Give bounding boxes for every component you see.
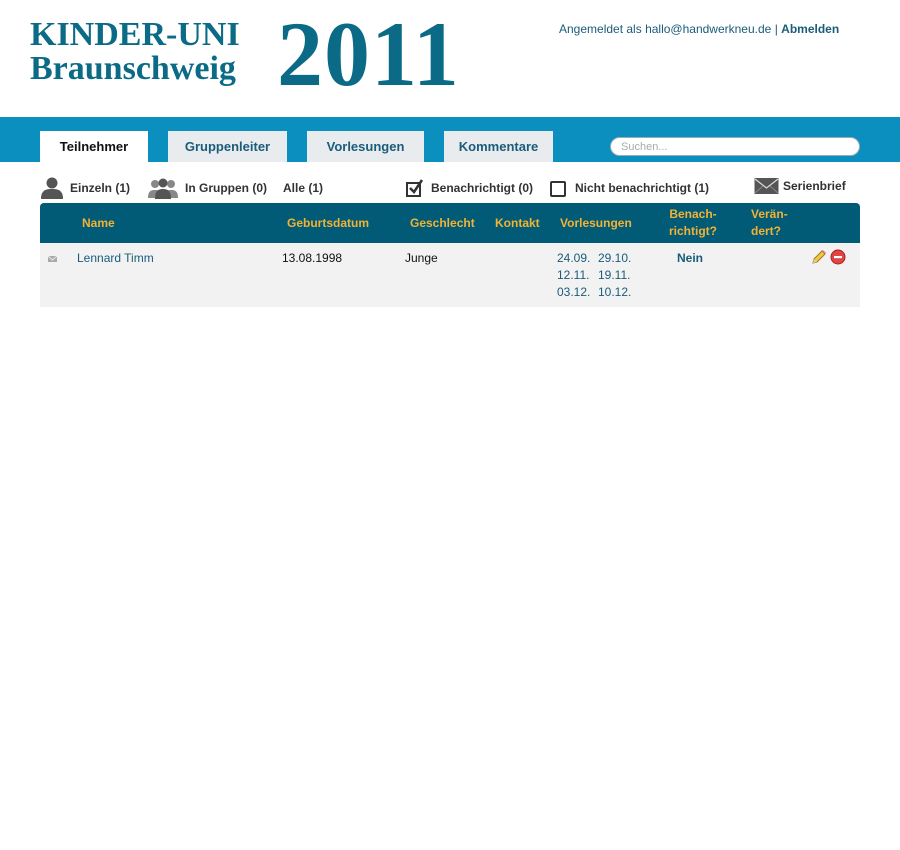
delete-icon[interactable] — [830, 249, 846, 265]
participants-table: Name Geburtsdatum Geschlecht Kontakt Vor… — [40, 203, 860, 307]
tab-gruppenleiter[interactable]: Gruppenleiter — [168, 131, 287, 162]
col-header-lectures[interactable]: Vorlesungen — [560, 215, 632, 232]
checkbox-empty-icon — [549, 178, 569, 198]
envelope-icon — [754, 177, 779, 195]
lecture-date: 24.09. — [557, 251, 591, 265]
filter-alle-label: Alle (1) — [283, 181, 324, 195]
tab-vorlesungen[interactable]: Vorlesungen — [307, 131, 424, 162]
group-icon — [147, 177, 179, 199]
participant-lectures: 24.09. 29.10. 12.11. 19.11. 03.12. 10.12. — [557, 250, 647, 301]
filter-gruppen[interactable]: In Gruppen (0) — [147, 176, 267, 200]
table-row: Lennard Timm 13.08.1998 Junge 24.09. 29.1… — [40, 243, 860, 307]
tab-teilnehmer[interactable]: Teilnehmer — [40, 131, 148, 162]
filter-benachrichtigt-label: Benachrichtigt (0) — [431, 181, 534, 195]
participant-notified: Nein — [677, 251, 704, 265]
col-header-changed-line1: Verän- — [751, 207, 788, 221]
logo: KINDER-UNI Braunschweig — [30, 18, 240, 86]
serienbrief-button[interactable]: Serienbrief — [754, 174, 846, 198]
lecture-date: 03.12. — [557, 285, 591, 299]
filter-nicht-benachrichtigt-label: Nicht benachrichtigt (1) — [575, 181, 710, 195]
filter-benachrichtigt[interactable]: Benachrichtigt (0) — [405, 176, 533, 200]
col-header-birthdate[interactable]: Geburtsdatum — [287, 215, 369, 232]
filter-gruppen-label: In Gruppen (0) — [185, 181, 267, 195]
participant-gender: Junge — [405, 251, 438, 265]
account-email: hallo@handwerkneu.de — [645, 22, 772, 36]
table-header: Name Geburtsdatum Geschlecht Kontakt Vor… — [40, 203, 860, 243]
tab-kommentare[interactable]: Kommentare — [444, 131, 553, 162]
col-header-changed-line2: dert? — [751, 224, 781, 238]
person-icon — [40, 177, 64, 199]
logo-line2: Braunschweig — [30, 50, 236, 87]
col-header-contact[interactable]: Kontakt — [495, 215, 540, 232]
col-header-notified[interactable]: Benach- richtigt? — [669, 206, 717, 240]
account-prefix: Angemeldet als — [559, 22, 642, 36]
col-header-changed[interactable]: Verän- dert? — [751, 206, 788, 240]
checkbox-checked-icon — [405, 178, 425, 198]
filter-alle[interactable]: Alle (1) — [283, 176, 323, 200]
account-info: Angemeldet als hallo@handwerkneu.de | Ab… — [559, 22, 839, 36]
logo-line1: KINDER-UNI — [30, 16, 240, 53]
participant-name[interactable]: Lennard Timm — [77, 250, 154, 267]
search-input[interactable] — [610, 137, 860, 156]
pencil-icon[interactable] — [811, 249, 827, 265]
filter-einzeln[interactable]: Einzeln (1) — [40, 176, 130, 200]
lecture-date: 19.11. — [598, 268, 631, 282]
lecture-date: 12.11. — [557, 268, 590, 282]
col-header-gender[interactable]: Geschlecht — [410, 215, 475, 232]
serienbrief-label: Serienbrief — [783, 179, 846, 193]
lecture-date: 29.10. — [598, 251, 632, 265]
navbar: Teilnehmer Gruppenleiter Vorlesungen Kom… — [0, 117, 900, 162]
logout-link[interactable]: Abmelden — [781, 22, 839, 36]
col-header-notified-line2: richtigt? — [669, 224, 717, 238]
col-header-name[interactable]: Name — [82, 215, 115, 232]
col-header-notified-line1: Benach- — [669, 207, 717, 221]
logo-year: 2011 — [277, 3, 460, 105]
mail-small-icon[interactable] — [47, 251, 59, 262]
lecture-date: 10.12. — [598, 285, 632, 299]
participant-birthdate: 13.08.1998 — [282, 251, 343, 265]
account-separator: | — [774, 22, 778, 36]
filter-nicht-benachrichtigt[interactable]: Nicht benachrichtigt (1) — [549, 176, 709, 200]
filter-einzeln-label: Einzeln (1) — [70, 181, 131, 195]
